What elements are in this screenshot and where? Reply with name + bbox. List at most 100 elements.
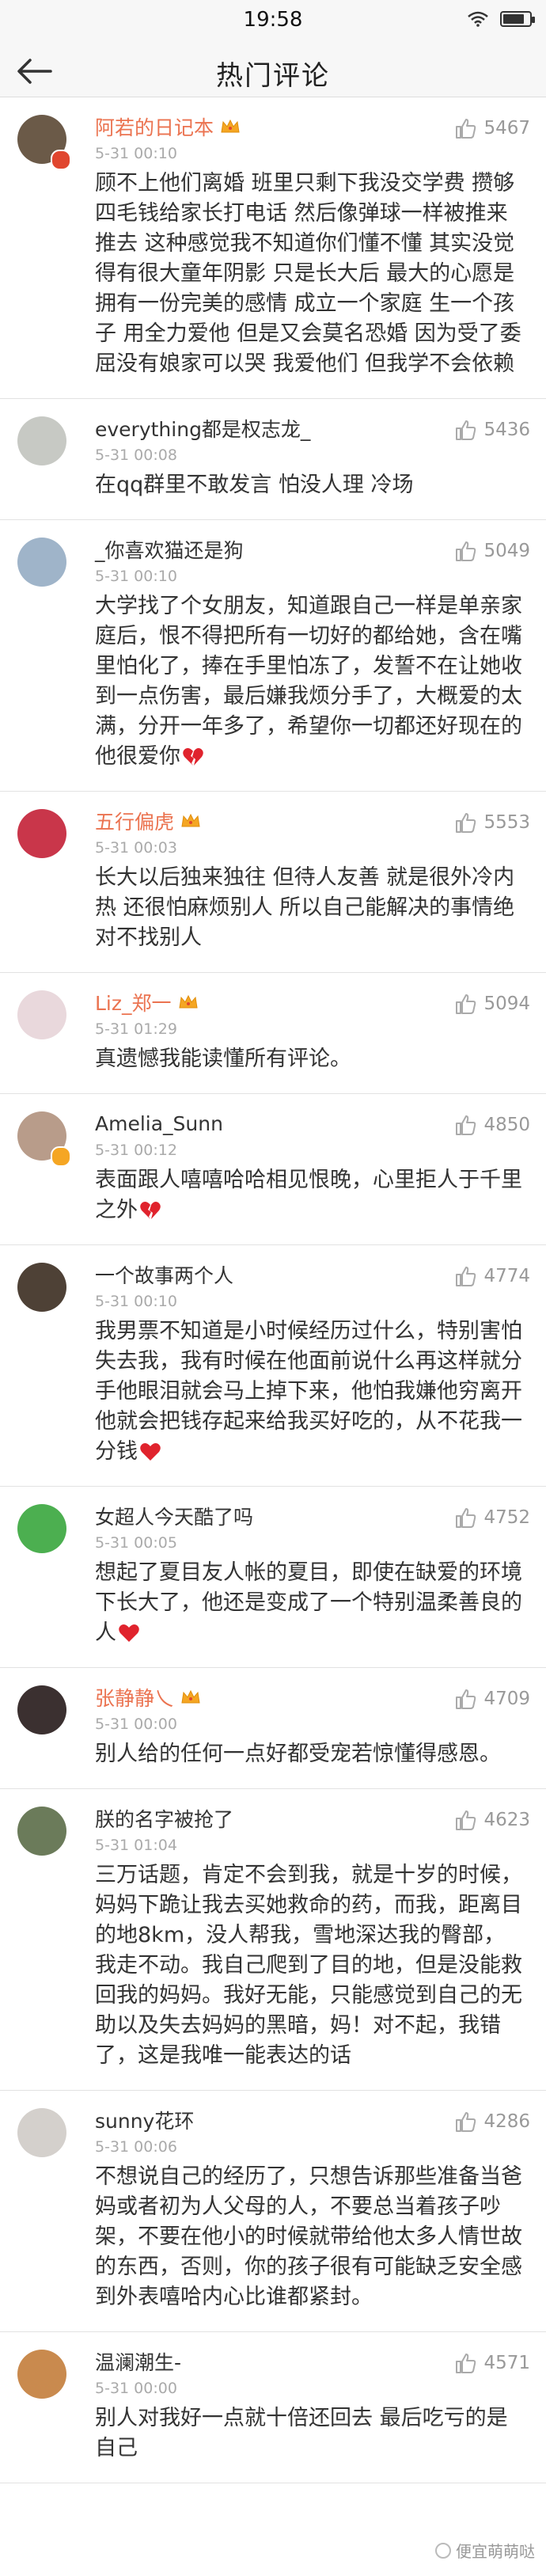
- like-button[interactable]: 4709: [453, 1687, 530, 1711]
- like-count: 5467: [483, 118, 530, 139]
- heart-icon: [140, 1443, 161, 1461]
- like-button[interactable]: 4850: [453, 1113, 530, 1137]
- comment-text: 我男票不知道是小时候经历过什么，特别害怕失去我，我有时候在他面前说什么再这样就分…: [95, 1316, 527, 1467]
- comment-item[interactable]: 五行偏虎 5553 5-31 00:03 长大以后独来独往 但待人友善 就是很外冷内热…: [0, 792, 546, 973]
- comment-item[interactable]: 温澜潮生- 4571 5-31 00:00 别人对我好一点就十倍还回去 最后吃亏的是自…: [0, 2332, 546, 2483]
- like-button[interactable]: 5553: [453, 811, 530, 834]
- like-thumb-icon[interactable]: [453, 1808, 477, 1832]
- like-count: 5094: [483, 994, 530, 1014]
- avatar[interactable]: [17, 2108, 66, 2157]
- comment-item[interactable]: everything都是权志龙_ 5436 5-31 00:08 在qq群里不敢发言 …: [0, 399, 546, 520]
- vip-crown-icon: [181, 1689, 200, 1704]
- comment-list: 阿若的日记本 5467 5-31 00:10 顾不上他们离婚 班里只剩下我没交学费 攒…: [0, 97, 546, 2483]
- like-count: 4850: [483, 1115, 530, 1135]
- like-button[interactable]: 4571: [453, 2351, 530, 2375]
- like-button[interactable]: 5436: [453, 418, 530, 442]
- comment-text: 在qq群里不敢发言 怕没人理 冷场: [95, 470, 527, 500]
- like-count: 4571: [483, 2353, 530, 2373]
- username[interactable]: 张静静乀: [95, 1683, 174, 1712]
- comment-text: 想起了夏目友人帐的夏目，即使在缺爱的环境下长大了，他还是变成了一个特别温柔善良的…: [95, 1558, 527, 1648]
- like-button[interactable]: 5049: [453, 539, 530, 563]
- like-thumb-icon[interactable]: [453, 539, 477, 563]
- vip-crown-icon: [181, 813, 200, 827]
- like-count: 4623: [483, 1810, 530, 1830]
- comment-item[interactable]: 女超人今天酷了吗 4752 5-31 00:05 想起了夏目友人帐的夏目，即使在缺爱的…: [0, 1487, 546, 1668]
- watermark-text: 便宜萌萌哒: [456, 2542, 535, 2561]
- comment-item[interactable]: 朕的名字被抢了 4623 5-31 01:04 三万话题，肯定不会到我，就是十岁的时候…: [0, 1789, 546, 2091]
- avatar[interactable]: [17, 1807, 66, 1856]
- comment-time: 5-31 00:10: [95, 568, 177, 585]
- comment-time: 5-31 00:08: [95, 446, 177, 464]
- username[interactable]: sunny花环: [95, 2106, 194, 2134]
- comment-body: 长大以后独来独往 但待人友善 就是很外冷内热 还很怕麻烦别人 所以自己能解决的事…: [95, 865, 515, 950]
- comment-time: 5-31 00:10: [95, 145, 177, 162]
- battery-icon: [500, 11, 535, 27]
- like-button[interactable]: 5094: [453, 992, 530, 1016]
- username[interactable]: _你喜欢猫还是狗: [95, 535, 244, 564]
- like-thumb-icon[interactable]: [453, 992, 477, 1016]
- comment-text: 顾不上他们离婚 班里只剩下我没交学费 攒够四毛钱给家长打电话 然后像弹球一样被推…: [95, 169, 527, 379]
- comment-body: 想起了夏目友人帐的夏目，即使在缺爱的环境下长大了，他还是变成了一个特别温柔善良的…: [95, 1560, 522, 1645]
- avatar[interactable]: [17, 809, 66, 858]
- heart-icon: [119, 1624, 139, 1642]
- comment-item[interactable]: 阿若的日记本 5467 5-31 00:10 顾不上他们离婚 班里只剩下我没交学费 攒…: [0, 97, 546, 399]
- username[interactable]: Amelia_Sunn: [95, 1112, 223, 1135]
- comment-item[interactable]: 张静静乀 4709 5-31 00:00 别人给的任何一点好都受宠若惊懂得感恩。: [0, 1668, 546, 1789]
- comment-time: 5-31 00:10: [95, 1293, 177, 1310]
- broken-heart-icon: [183, 748, 203, 766]
- like-count: 5553: [483, 812, 530, 833]
- username[interactable]: 女超人今天酷了吗: [95, 1502, 253, 1530]
- like-count: 4774: [483, 1266, 530, 1286]
- username[interactable]: 温澜潮生-: [95, 2347, 181, 2376]
- comment-text: 表面跟人嘻嘻哈哈相见恨晚，心里拒人于千里之外: [95, 1165, 527, 1225]
- like-button[interactable]: 4752: [453, 1506, 530, 1529]
- comment-body: 别人对我好一点就十倍还回去 最后吃亏的是自己: [95, 2406, 508, 2460]
- comment-time: 5-31 01:04: [95, 1837, 177, 1854]
- like-thumb-icon[interactable]: [453, 1506, 477, 1529]
- avatar[interactable]: [17, 1504, 66, 1553]
- avatar[interactable]: [17, 538, 66, 587]
- like-button[interactable]: 4623: [453, 1808, 530, 1832]
- username[interactable]: Liz_郑一: [95, 988, 172, 1016]
- avatar[interactable]: [17, 1685, 66, 1734]
- status-time: 19:58: [243, 8, 303, 32]
- comment-item[interactable]: Liz_郑一 5094 5-31 01:29 真遗憾我能读懂所有评论。: [0, 973, 546, 1094]
- like-thumb-icon[interactable]: [453, 1687, 477, 1711]
- like-button[interactable]: 4286: [453, 2110, 530, 2133]
- username[interactable]: 五行偏虎: [95, 807, 174, 835]
- like-thumb-icon[interactable]: [453, 2351, 477, 2375]
- nav-bar: 热门评论: [0, 44, 546, 97]
- comment-time: 5-31 00:05: [95, 1534, 177, 1552]
- like-thumb-icon[interactable]: [453, 1264, 477, 1288]
- username[interactable]: 一个故事两个人: [95, 1260, 233, 1289]
- comment-item[interactable]: 一个故事两个人 4774 5-31 00:10 我男票不知道是小时候经历过什么，特别害…: [0, 1245, 546, 1487]
- like-thumb-icon[interactable]: [453, 2110, 477, 2133]
- like-thumb-icon[interactable]: [453, 811, 477, 834]
- username[interactable]: everything都是权志龙_: [95, 414, 310, 443]
- comment-text: 别人对我好一点就十倍还回去 最后吃亏的是自己: [95, 2403, 527, 2464]
- comment-body: 不想说自己的经历了，只想告诉那些准备当爸妈或者初为人父母的人，不要总当着孩子吵架…: [95, 2164, 522, 2309]
- like-count: 5049: [483, 541, 530, 561]
- comment-time: 5-31 00:06: [95, 2138, 177, 2156]
- verified-badge-icon: [51, 150, 71, 170]
- comment-time: 5-31 01:29: [95, 1020, 177, 1038]
- comment-item[interactable]: sunny花环 4286 5-31 00:06 不想说自己的经历了，只想告诉那些准备当…: [0, 2091, 546, 2332]
- comment-time: 5-31 00:12: [95, 1142, 177, 1159]
- comment-time: 5-31 00:00: [95, 1715, 177, 1733]
- username[interactable]: 朕的名字被抢了: [95, 1804, 233, 1833]
- like-button[interactable]: 4774: [453, 1264, 530, 1288]
- like-thumb-icon[interactable]: [453, 418, 477, 442]
- like-button[interactable]: 5467: [453, 116, 530, 140]
- comment-item[interactable]: _你喜欢猫还是狗 5049 5-31 00:10 大学找了个女朋友，知道跟自己一样是单…: [0, 520, 546, 792]
- comment-text: 大学找了个女朋友，知道跟自己一样是单亲家庭后，恨不得把所有一切好的都给她，含在嘴…: [95, 591, 527, 772]
- avatar[interactable]: [17, 416, 66, 465]
- avatar[interactable]: [17, 2350, 66, 2399]
- like-thumb-icon[interactable]: [453, 116, 477, 140]
- wifi-icon: [468, 11, 488, 27]
- avatar[interactable]: [17, 1263, 66, 1312]
- comment-text: 三万话题，肯定不会到我，就是十岁的时候，妈妈下跪让我去买她救命的药，而我，距离目…: [95, 1860, 527, 2071]
- like-thumb-icon[interactable]: [453, 1113, 477, 1137]
- avatar[interactable]: [17, 990, 66, 1039]
- comment-item[interactable]: Amelia_Sunn 4850 5-31 00:12 表面跟人嘻嘻哈哈相见恨晚，心里…: [0, 1094, 546, 1245]
- username[interactable]: 阿若的日记本: [95, 112, 214, 141]
